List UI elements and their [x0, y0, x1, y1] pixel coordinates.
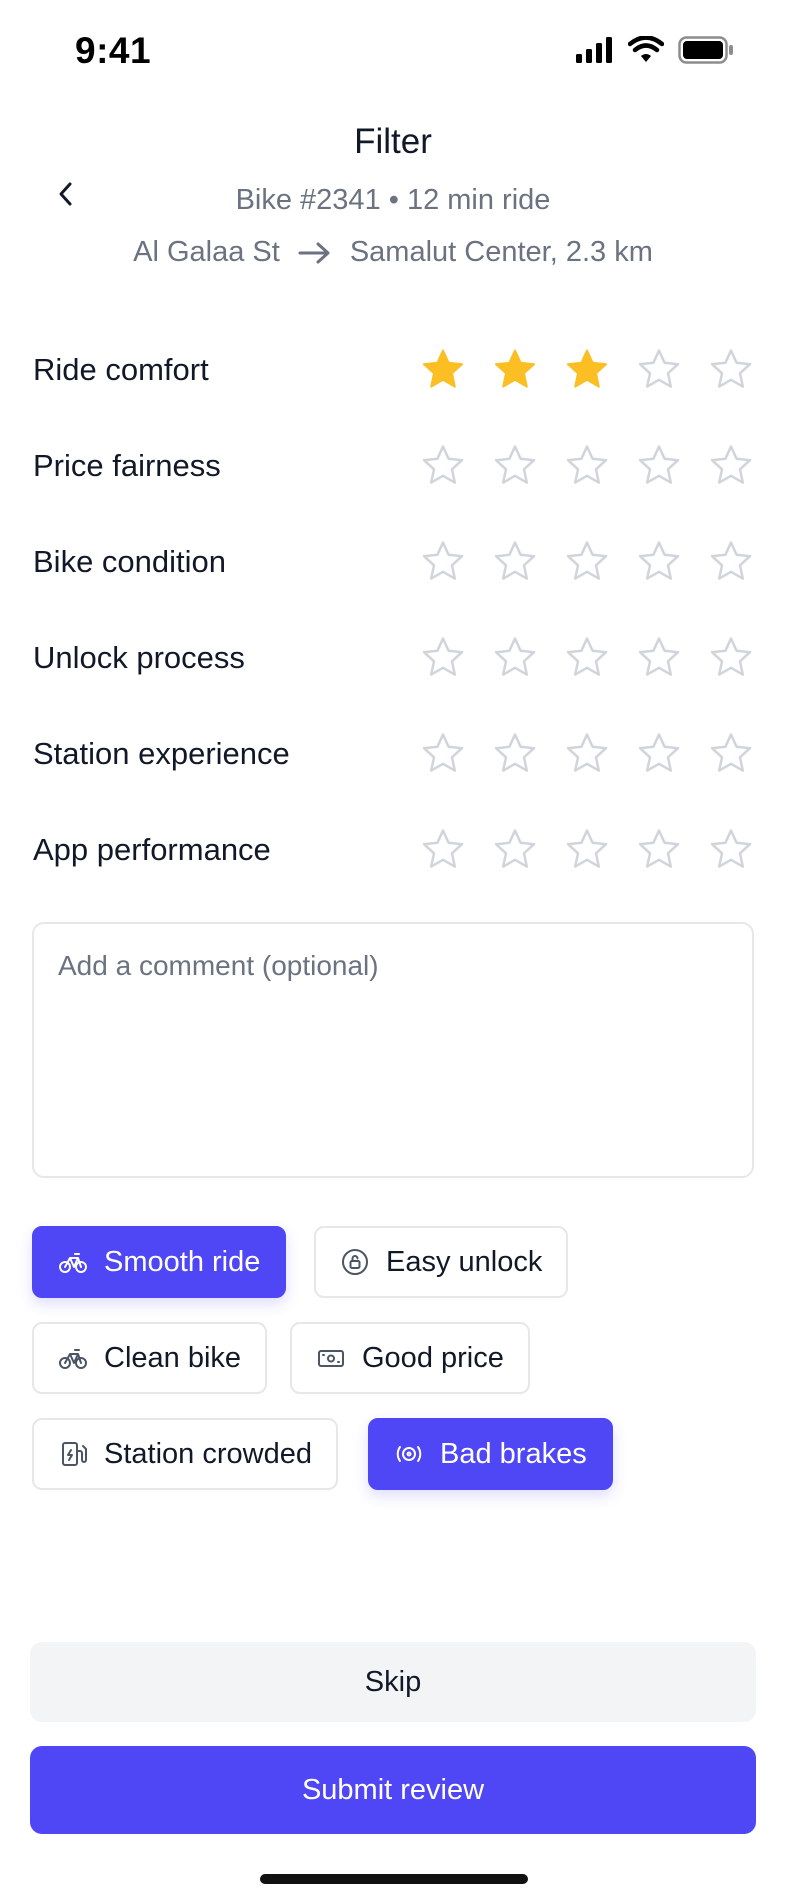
wifi-icon [628, 36, 664, 62]
star-rating [419, 442, 755, 490]
rating-row-bike-condition: Bike condition [33, 532, 753, 592]
star-empty-icon[interactable] [419, 634, 467, 682]
star-empty-icon[interactable] [491, 538, 539, 586]
chip-smooth-ride[interactable]: Smooth ride [32, 1226, 287, 1298]
star-empty-icon[interactable] [491, 634, 539, 682]
submit-review-button[interactable]: Submit review [30, 1746, 756, 1834]
star-empty-icon[interactable] [563, 730, 611, 778]
star-empty-icon[interactable] [707, 634, 755, 682]
chip-easy-unlock[interactable]: Easy unlock [314, 1226, 569, 1298]
chip-label: Clean bike [104, 1341, 242, 1374]
star-empty-icon[interactable] [635, 634, 683, 682]
star-empty-icon[interactable] [419, 442, 467, 490]
star-empty-icon[interactable] [635, 346, 683, 394]
star-rating [419, 730, 755, 778]
home-indicator [260, 1874, 528, 1884]
rating-row-station-experience: Station experience [33, 724, 753, 784]
star-empty-icon[interactable] [419, 826, 467, 874]
star-empty-icon[interactable] [563, 442, 611, 490]
star-empty-icon[interactable] [707, 346, 755, 394]
star-empty-icon[interactable] [635, 826, 683, 874]
star-empty-icon[interactable] [419, 538, 467, 586]
star-rating [419, 634, 755, 682]
unlock-icon [342, 1249, 368, 1275]
status-time: 9:41 [75, 30, 152, 71]
battery-icon [678, 36, 733, 64]
rating-row-app-performance: App performance [33, 820, 753, 880]
rating-row-price-fairness: Price fairness [33, 436, 753, 496]
star-empty-icon[interactable] [635, 730, 683, 778]
chip-label: Station crowded [104, 1437, 312, 1470]
chip-station-crowded[interactable]: Station crowded [32, 1418, 338, 1490]
star-filled-icon[interactable] [419, 346, 467, 394]
brake-icon [396, 1446, 422, 1462]
star-empty-icon[interactable] [707, 730, 755, 778]
chip-label: Easy unlock [386, 1245, 543, 1278]
route-from: Al Galaa St [133, 236, 280, 268]
ride-meta: Bike #2341 • 12 min ride [235, 184, 551, 216]
star-rating [419, 346, 755, 394]
chip-bad-brakes[interactable]: Bad brakes [368, 1418, 613, 1490]
rating-label: Ride comfort [33, 352, 209, 387]
bike-icon [59, 1253, 87, 1273]
star-rating [419, 538, 755, 586]
status-icons [576, 36, 734, 64]
status-bar: 9:41 [0, 0, 786, 104]
rating-label: Bike condition [33, 544, 227, 579]
rating-row-unlock-process: Unlock process [33, 628, 753, 688]
cash-icon [318, 1350, 344, 1367]
bike-icon [59, 1349, 87, 1369]
comment-input[interactable] [32, 922, 754, 1178]
rating-label: App performance [33, 832, 271, 867]
rating-label: Station experience [33, 736, 290, 771]
star-filled-icon[interactable] [563, 346, 611, 394]
arrow-right-icon [298, 242, 330, 263]
signal-icon [576, 37, 612, 63]
star-rating [419, 826, 755, 874]
star-empty-icon[interactable] [563, 826, 611, 874]
star-empty-icon[interactable] [419, 730, 467, 778]
chip-good-price[interactable]: Good price [290, 1322, 530, 1394]
chip-label: Smooth ride [104, 1245, 261, 1278]
star-empty-icon[interactable] [491, 442, 539, 490]
star-empty-icon[interactable] [635, 442, 683, 490]
skip-button[interactable]: Skip [30, 1642, 756, 1722]
chip-label: Good price [362, 1341, 504, 1374]
star-empty-icon[interactable] [635, 538, 683, 586]
route-summary: Al Galaa St Samalut Center, 2.3 km [0, 236, 786, 269]
rating-row-ride-comfort: Ride comfort [33, 340, 753, 400]
station-icon [62, 1442, 87, 1466]
star-empty-icon[interactable] [491, 826, 539, 874]
star-empty-icon[interactable] [707, 442, 755, 490]
star-empty-icon[interactable] [563, 538, 611, 586]
star-empty-icon[interactable] [707, 826, 755, 874]
rating-label: Price fairness [33, 448, 221, 483]
star-empty-icon[interactable] [491, 730, 539, 778]
star-filled-icon[interactable] [491, 346, 539, 394]
route-to: Samalut Center, 2.3 km [349, 236, 653, 268]
star-empty-icon[interactable] [563, 634, 611, 682]
rating-label: Unlock process [33, 640, 245, 675]
page-title: Filter [354, 122, 432, 161]
chip-label: Bad brakes [440, 1437, 587, 1470]
chip-clean-bike[interactable]: Clean bike [32, 1322, 268, 1394]
star-empty-icon[interactable] [707, 538, 755, 586]
